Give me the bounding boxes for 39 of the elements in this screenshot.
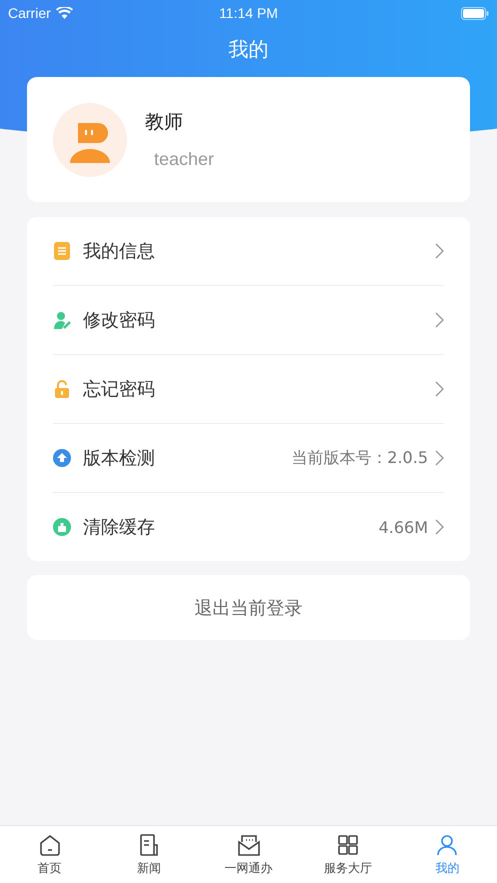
- menu-label: 我的信息: [83, 240, 156, 263]
- tab-item[interactable]: 新闻: [99, 826, 199, 883]
- menu-item[interactable]: 版本检测 当前版本号：2.0.5: [53, 424, 444, 493]
- carrier-label: Carrier: [8, 5, 51, 21]
- grid-icon: [336, 832, 360, 856]
- upload-icon: [53, 449, 71, 467]
- chevron-right-icon: [434, 381, 444, 397]
- menu-label: 清除缓存: [83, 516, 156, 539]
- menu-item[interactable]: 忘记密码: [53, 355, 444, 424]
- user-name: 教师: [145, 110, 184, 135]
- menu-item[interactable]: 清除缓存 4.66M: [53, 493, 444, 561]
- logout-button[interactable]: 退出当前登录: [27, 575, 470, 640]
- battery-icon: [461, 6, 490, 20]
- home-icon: [38, 832, 62, 856]
- user-role: teacher: [154, 149, 214, 170]
- document-icon: [53, 242, 71, 260]
- menu-value: 4.66M: [378, 518, 428, 536]
- wifi-icon: [56, 7, 73, 19]
- menu-label: 忘记密码: [83, 378, 156, 401]
- tab-item[interactable]: 首页: [0, 826, 100, 883]
- user-icon: [435, 832, 460, 856]
- menu-label: 版本检测: [83, 447, 156, 470]
- unlock-icon: [53, 380, 71, 398]
- envelope-icon: [236, 832, 261, 856]
- page-title: 我的: [228, 36, 268, 63]
- chevron-right-icon: [434, 243, 444, 259]
- chevron-right-icon: [434, 450, 444, 466]
- avatar-icon: [53, 102, 127, 176]
- menu-label: 修改密码: [83, 309, 156, 332]
- menu-item[interactable]: 我的信息: [53, 217, 444, 286]
- chevron-right-icon: [434, 519, 444, 535]
- menu-item[interactable]: 修改密码: [53, 286, 444, 355]
- tab-item[interactable]: 我的: [398, 826, 497, 883]
- user-edit-icon: [53, 311, 71, 329]
- chevron-right-icon: [434, 312, 444, 328]
- menu-value: 当前版本号：2.0.5: [291, 448, 428, 468]
- tab-item[interactable]: 服务大厅: [298, 826, 398, 883]
- tab-item[interactable]: 一网通办: [198, 826, 298, 883]
- status-time: 11:14 PM: [219, 5, 278, 21]
